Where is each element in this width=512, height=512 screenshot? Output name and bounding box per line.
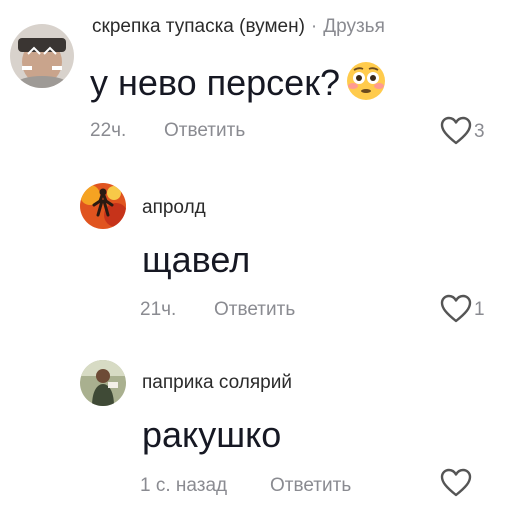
heart-outline-icon [440,468,472,497]
like-button[interactable] [440,468,474,498]
comment-time: 21ч. [140,299,177,320]
comment-username[interactable]: апролд [142,198,206,217]
reply-button[interactable]: Ответить [214,300,295,319]
like-button[interactable]: 3 [440,116,485,146]
avatar-image [80,183,126,229]
comment-username[interactable]: паприка солярий [142,373,292,392]
reply-button[interactable]: Ответить [164,121,245,140]
comment-text: щавел [142,239,251,280]
friends-tag: Друзья [323,16,385,37]
avatar-image [10,24,74,88]
avatar-image [80,360,126,406]
separator-dot: · [310,16,318,37]
comment-text: у нево персек? [90,61,386,107]
like-count: 3 [474,120,485,142]
comment-text: ракушко [142,414,282,455]
like-count: 1 [474,298,485,320]
like-button[interactable]: 1 [440,294,485,324]
heart-outline-icon [440,294,472,323]
flushed-face-emoji [346,61,386,107]
heart-outline-icon [440,116,472,145]
avatar[interactable] [80,183,126,229]
comment-time: 1 с. назад [140,475,228,496]
avatar[interactable] [10,24,74,88]
comment-time: 22ч. [90,120,127,141]
username-text[interactable]: скрепка тупаска (вумен) [92,16,305,37]
comment-text-content: у нево персек? [90,62,340,103]
avatar[interactable] [80,360,126,406]
comment-username[interactable]: скрепка тупаска (вумен) · Друзья [92,17,385,36]
reply-button[interactable]: Ответить [270,476,351,495]
